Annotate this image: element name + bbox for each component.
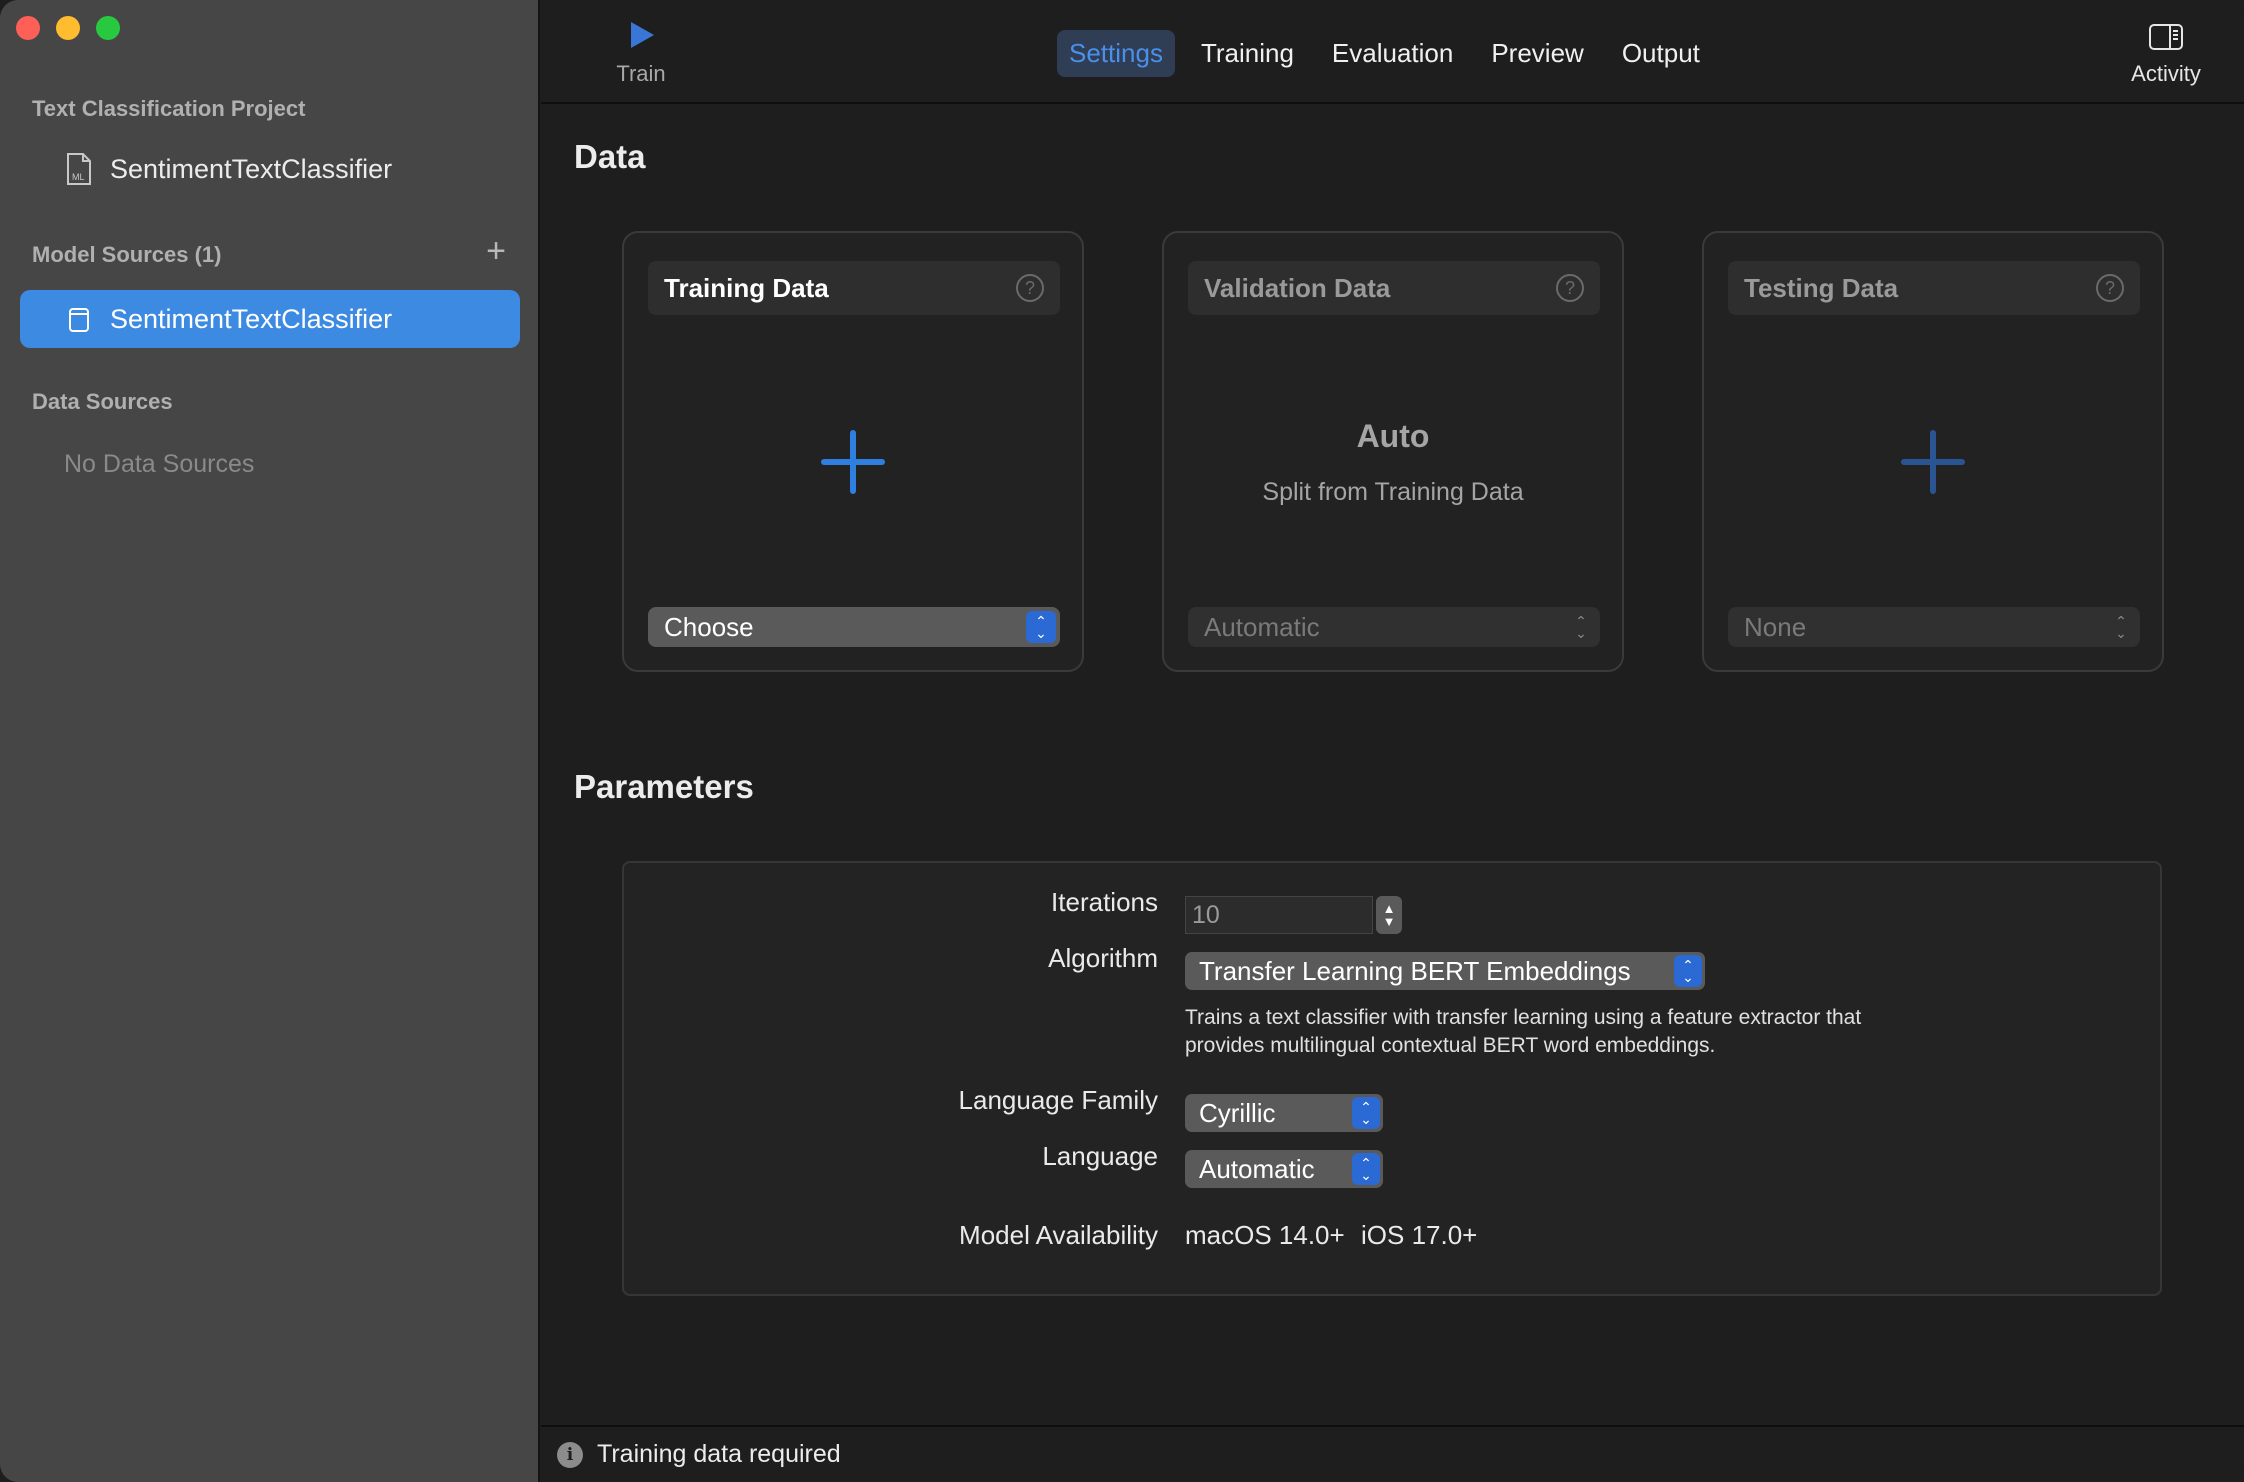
card-title: Training Data [664, 272, 829, 303]
chevron-up-down-icon: ⌃ ⌄ [2115, 613, 2127, 641]
ml-file-icon: ML [66, 153, 92, 185]
add-testing-data-icon[interactable] [1901, 430, 1965, 494]
algorithm-field: Transfer Learning BERT Embeddings ⌃ ⌄ [1185, 952, 1705, 990]
training-data-select[interactable]: Choose ⌃ ⌄ [648, 607, 1060, 647]
card-title: Validation Data [1204, 272, 1391, 303]
language-family-value: Cyrillic [1199, 1097, 1276, 1128]
auto-label: Auto [1356, 418, 1430, 454]
iterations-input[interactable]: 10 [1185, 896, 1373, 934]
algorithm-description-line: provides multilingual contextual BERT wo… [1185, 1034, 1716, 1057]
tab-bar: Settings Training Evaluation Preview Out… [1057, 30, 1712, 77]
main-area: Train Settings Training Evaluation Previ… [541, 0, 2244, 1482]
training-data-card[interactable]: Training Data ? Choose ⌃ ⌄ [622, 231, 1084, 672]
language-popup[interactable]: Automatic ⌃ ⌄ [1185, 1150, 1383, 1188]
availability-macos: macOS 14.0+ [1185, 1220, 1345, 1250]
card-header: Testing Data ? [1728, 261, 2140, 315]
tab-output[interactable]: Output [1610, 30, 1712, 77]
availability-ios: iOS 17.0+ [1361, 1220, 1478, 1250]
tab-training[interactable]: Training [1189, 30, 1306, 77]
select-value: None [1744, 611, 1807, 642]
language-value: Automatic [1199, 1153, 1315, 1184]
sidebar-item-label: SentimentTextClassifier [110, 153, 393, 184]
add-training-data-icon[interactable] [821, 430, 885, 494]
train-label: Train [616, 61, 666, 86]
validation-data-select[interactable]: Automatic ⌃ ⌄ [1188, 607, 1600, 647]
sidebar-section-data-sources: Data Sources [32, 389, 173, 414]
data-source-icon [66, 303, 92, 335]
algorithm-popup[interactable]: Transfer Learning BERT Embeddings ⌃ ⌄ [1185, 952, 1705, 990]
sidebar-section-model-sources: Model Sources (1) [32, 242, 222, 267]
select-value: Automatic [1204, 611, 1320, 642]
help-icon[interactable]: ? [1556, 274, 1584, 302]
train-button[interactable]: Train [611, 20, 671, 87]
card-header: Training Data ? [648, 261, 1060, 315]
chevron-up-down-icon: ⌃ ⌄ [1674, 955, 1702, 987]
add-model-source-icon[interactable]: + [482, 234, 510, 268]
help-icon[interactable]: ? [2096, 274, 2124, 302]
iterations-label: Iterations [1051, 887, 1158, 917]
chevron-up-down-icon: ⌃ ⌄ [1575, 613, 1587, 641]
help-icon[interactable]: ? [1016, 274, 1044, 302]
activity-button[interactable]: Activity [2116, 24, 2216, 87]
chevron-up-down-icon: ⌃ ⌄ [1026, 611, 1056, 643]
status-text: Training data required [597, 1440, 841, 1468]
window-controls [16, 16, 120, 40]
split-description: Split from Training Data [1262, 478, 1524, 506]
sidebar-item-model-source[interactable]: SentimentTextClassifier [20, 290, 520, 348]
algorithm-description-line: Trains a text classifier with transfer l… [1185, 1006, 1862, 1029]
info-icon: i [557, 1441, 583, 1468]
algorithm-description: Trains a text classifier with transfer l… [1185, 1004, 1965, 1060]
status-bar: i Training data required [541, 1425, 2244, 1482]
iterations-stepper[interactable]: ▲ ▼ [1376, 896, 1402, 934]
tab-preview[interactable]: Preview [1479, 30, 1595, 77]
sidebar-item-project-file[interactable]: ML SentimentTextClassifier [20, 140, 520, 198]
testing-data-select[interactable]: None ⌃ ⌄ [1728, 607, 2140, 647]
no-data-sources-label: No Data Sources [64, 450, 255, 478]
iterations-field: 10 [1185, 896, 1373, 934]
language-label: Language [1042, 1141, 1158, 1171]
app-window: Text Classification Project ML Sentiment… [0, 0, 2244, 1482]
data-heading: Data [574, 138, 646, 175]
minimize-window-button[interactable] [56, 16, 80, 40]
sidebar-item-label: SentimentTextClassifier [110, 303, 393, 334]
language-field: Automatic ⌃ ⌄ [1185, 1150, 1383, 1188]
card-header: Validation Data ? [1188, 261, 1600, 315]
parameters-heading: Parameters [574, 768, 754, 805]
card-title: Testing Data [1744, 272, 1899, 303]
sidebar-toggle-icon [2149, 24, 2183, 50]
testing-data-card[interactable]: Testing Data ? None ⌃ ⌄ [1702, 231, 2164, 672]
validation-data-card[interactable]: Validation Data ? Auto Split from Traini… [1162, 231, 1624, 672]
select-value: Choose [664, 611, 754, 642]
chevron-up-down-icon: ⌃ ⌄ [1352, 1097, 1380, 1129]
language-family-field: Cyrillic ⌃ ⌄ [1185, 1094, 1383, 1132]
parameters-panel: Iterations 10 ▲ ▼ Algorithm Transfer Lear… [622, 861, 2162, 1296]
toolbar: Train Settings Training Evaluation Previ… [541, 0, 2244, 104]
tab-settings[interactable]: Settings [1057, 30, 1175, 77]
algorithm-label: Algorithm [1048, 943, 1158, 973]
model-availability-label: Model Availability [959, 1220, 1158, 1250]
algorithm-value: Transfer Learning BERT Embeddings [1199, 955, 1631, 986]
sidebar: Text Classification Project ML Sentiment… [0, 0, 540, 1482]
language-family-label: Language Family [958, 1085, 1158, 1115]
play-icon [631, 22, 654, 48]
close-window-button[interactable] [16, 16, 40, 40]
sidebar-section-project: Text Classification Project [32, 96, 306, 121]
zoom-window-button[interactable] [96, 16, 120, 40]
chevron-up-down-icon: ⌃ ⌄ [1352, 1153, 1380, 1185]
svg-text:ML: ML [72, 172, 85, 182]
language-family-popup[interactable]: Cyrillic ⌃ ⌄ [1185, 1094, 1383, 1132]
tab-evaluation[interactable]: Evaluation [1320, 30, 1465, 77]
activity-label: Activity [2131, 61, 2201, 86]
